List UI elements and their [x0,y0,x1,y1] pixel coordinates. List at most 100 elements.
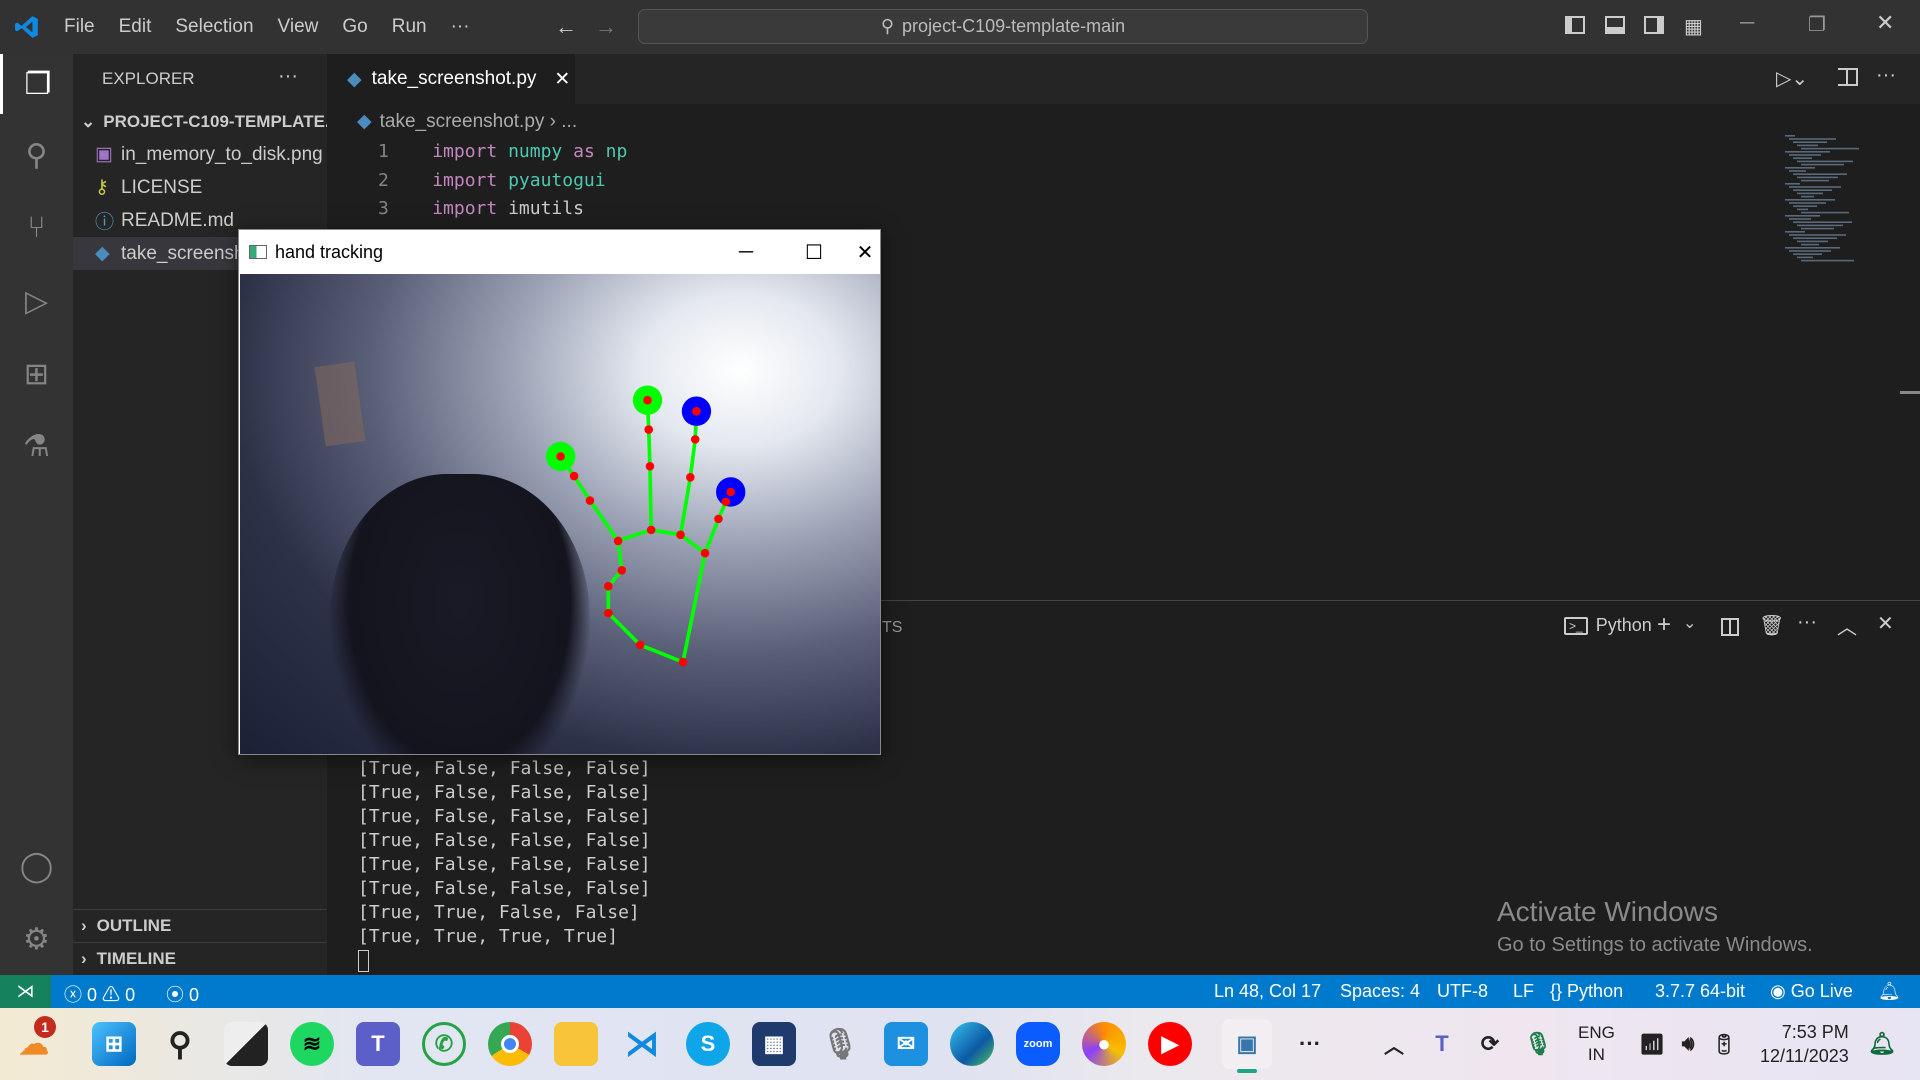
file-item[interactable]: ⚷ LICENSE [73,171,327,204]
customize-layout-icon[interactable]: ▦ [1684,14,1703,39]
python-interpreter[interactable]: 3.7.7 64-bit [1655,981,1745,1002]
file-item[interactable]: ▣ in_memory_to_disk.png [73,138,327,171]
close-window-button[interactable]: ✕ [1876,10,1894,36]
whatsapp-icon[interactable]: ✆ [422,1022,466,1066]
close-tab-icon[interactable]: ✕ [554,68,570,91]
notifications-bell-icon[interactable]: 🔔︎ [1878,981,1901,1002]
maximize-panel-icon[interactable]: ︿ [1837,611,1857,640]
tab-take-screenshot[interactable]: ◆ take_screenshot.py ✕ [327,54,575,104]
spotify-icon[interactable]: ≋ [290,1022,334,1066]
vscode-taskbar-icon[interactable]: ⋊ [620,1022,664,1066]
panel-more-icon[interactable]: ··· [1797,611,1817,634]
folder-project[interactable]: ⌄ PROJECT-C109-TEMPLATE... [73,105,327,138]
menu-go[interactable]: Go [342,16,367,38]
source-control-icon[interactable]: ⑂ [0,198,73,258]
panel-tab-ports[interactable]: TS [882,619,902,637]
cursor-position[interactable]: Ln 48, Col 17 [1214,981,1321,1002]
search-icon[interactable]: ⚲ [158,1022,202,1066]
edge-icon[interactable] [950,1022,994,1066]
menu-file[interactable]: File [64,16,95,38]
menu-selection[interactable]: Selection [175,16,253,38]
notification-center-bell-icon[interactable]: 🔔︎ [1860,1022,1904,1066]
chevron-down-icon[interactable]: ⌄ [1683,613,1696,633]
restore-button[interactable]: ❐ [1808,12,1826,37]
vpn-shield-icon[interactable]: ● [1082,1022,1126,1066]
more-apps-icon[interactable]: ··· [1288,1022,1332,1066]
toggle-sidebar-icon[interactable] [1565,16,1585,34]
clock[interactable]: 7:53 PM 12/11/2023 [1760,1020,1849,1068]
trash-icon[interactable]: 🗑 [1759,613,1784,638]
python-app-taskbar-icon[interactable]: ▣ [1222,1019,1272,1073]
line-ending[interactable]: LF [1513,981,1534,1002]
maximize-button[interactable]: ☐ [780,230,848,274]
minimap-line [1801,259,1854,262]
menu-view[interactable]: View [278,16,319,38]
youtube-music-icon[interactable]: ▶ [1148,1022,1192,1066]
editor-scrollbar-thumb[interactable] [1900,391,1920,394]
python-icon: ◆ [347,68,362,90]
run-debug-icon[interactable]: ▷ [0,271,73,331]
notification-badge: 1 [34,1016,56,1038]
breadcrumb-file[interactable]: take_screenshot.py [380,111,545,132]
show-hidden-icons-chevron[interactable]: ︿ [1372,1022,1416,1066]
teams-tray-icon[interactable]: T [1420,1022,1464,1066]
ports-indicator[interactable]: ⦿ 0 [166,981,199,1007]
code-line[interactable]: 3 import imutils [378,198,584,219]
minimize-button[interactable]: ─ [1740,12,1754,35]
battery-icon[interactable]: 🔋︎ [1702,1022,1746,1066]
new-terminal-plus-icon[interactable]: + [1657,611,1671,639]
encoding[interactable]: UTF-8 [1437,981,1488,1002]
minimap[interactable] [1785,135,1875,267]
explorer-more-button[interactable]: ··· [278,60,308,93]
terminal-selector[interactable]: >_ Python [1564,615,1652,636]
search-view-icon[interactable]: ⚲ [0,125,73,185]
code-line[interactable]: 2 import pyautogui [378,170,606,191]
teams-icon[interactable]: T [356,1022,400,1066]
minimize-button[interactable]: ─ [712,230,780,274]
menu-edit[interactable]: Edit [119,16,152,38]
microphone-icon[interactable]: 🎙︎ [1516,1022,1560,1066]
close-panel-icon[interactable]: ✕ [1877,611,1894,636]
timeline-section[interactable]: › TIMELINE [73,942,327,975]
start-windows-icon[interactable]: ⊞ [92,1022,136,1066]
remote-indicator[interactable]: ⋊ [0,975,51,1008]
testing-icon[interactable]: ⚗ [0,416,73,476]
go-live-button[interactable]: ◉ Go Live [1770,981,1853,1002]
microsoft-store-icon[interactable]: ▦ [752,1022,796,1066]
hand-tracking-window[interactable]: hand tracking ─ ☐ ✕ [238,229,881,755]
input-language[interactable]: ENG IN [1578,1022,1615,1066]
chrome-icon[interactable] [488,1022,532,1066]
outline-section[interactable]: › OUTLINE [73,909,327,942]
window-title-bar[interactable]: hand tracking ─ ☐ ✕ [239,230,880,274]
code-line[interactable]: 1 import numpy as np [378,141,627,162]
skype-icon[interactable]: S [686,1022,730,1066]
split-terminal-icon[interactable] [1721,618,1739,636]
sync-icon[interactable]: ⟳ [1468,1022,1512,1066]
hand-landmark [721,497,731,507]
run-file-button[interactable]: ▷⌄ [1776,66,1808,91]
file-explorer-icon[interactable] [554,1022,598,1066]
language-mode[interactable]: {} Python [1550,981,1623,1002]
menu-run[interactable]: Run [392,16,427,38]
account-icon[interactable]: ◯ [0,836,73,896]
toggle-secondary-sidebar-icon[interactable] [1644,16,1664,34]
forward-arrow-icon[interactable]: → [595,14,617,40]
mail-icon[interactable]: ✉ [884,1022,928,1066]
indentation[interactable]: Spaces: 4 [1340,981,1420,1002]
editor-more-icon[interactable]: ··· [1876,64,1896,87]
split-editor-icon[interactable] [1838,68,1858,86]
back-arrow-icon[interactable]: ← [555,14,577,40]
command-center-search[interactable]: ⚲ project-C109-template-main [638,9,1368,44]
explorer-icon[interactable]: ❐ [0,54,73,114]
toggle-panel-icon[interactable] [1605,16,1625,34]
task-view-icon[interactable] [224,1022,268,1066]
zoom-icon[interactable]: zoom [1016,1022,1060,1066]
menu-more[interactable]: ··· [451,16,470,38]
extensions-icon[interactable]: ⊞ [0,344,73,404]
settings-gear-icon[interactable]: ⚙ [0,909,73,969]
voice-recorder-icon[interactable]: 🎙︎ [818,1022,862,1066]
breadcrumb-symbol[interactable]: ... [561,111,577,132]
problems-indicator[interactable]: ⓧ 0 ⚠ 0 [64,981,135,1007]
close-button[interactable]: ✕ [848,230,882,274]
weather-widget-icon[interactable]: ☁ 1 [12,1016,56,1066]
